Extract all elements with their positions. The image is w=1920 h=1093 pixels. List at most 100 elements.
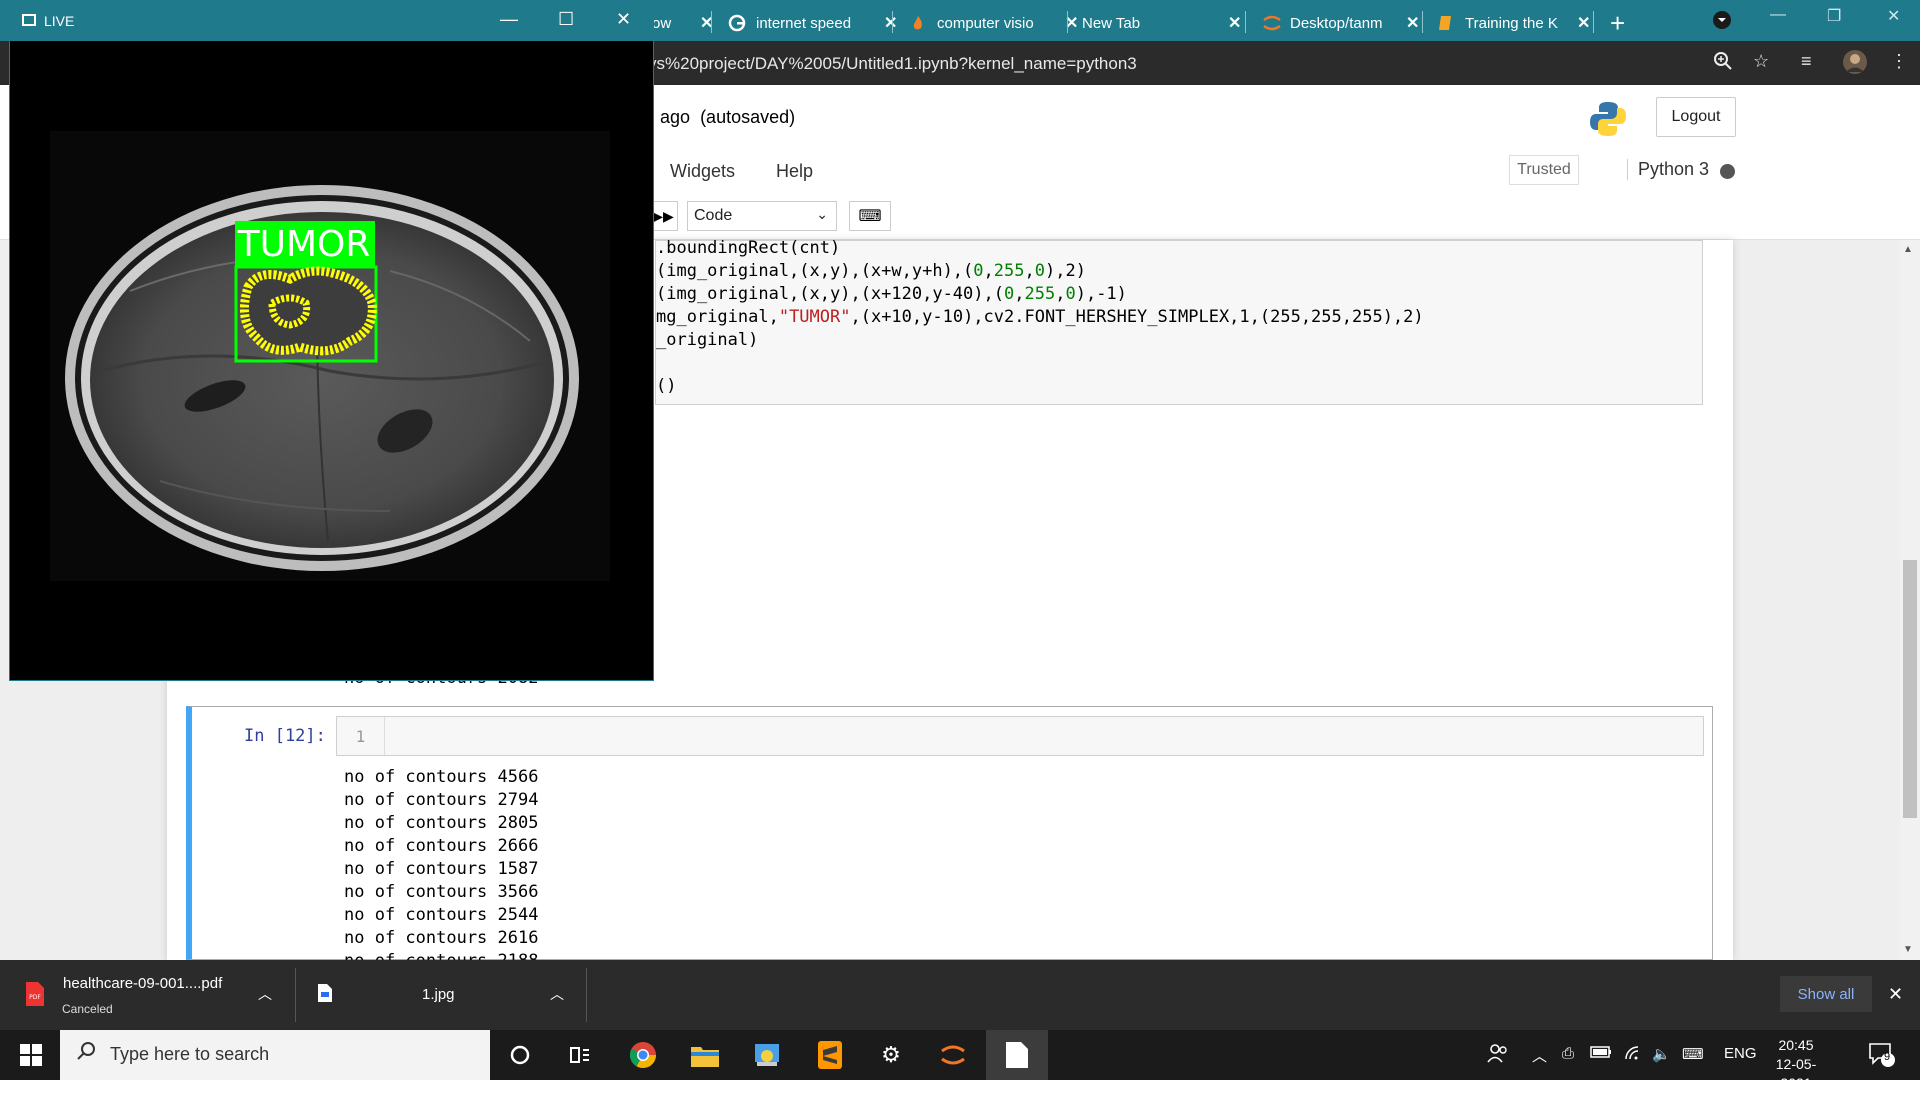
restore-icon[interactable]: ❐	[1827, 6, 1841, 26]
output-line: no of contours 3566	[344, 882, 539, 902]
url-text[interactable]: ys%20project/DAY%2005/Untitled1.ipynb?ke…	[648, 54, 1137, 74]
close-icon[interactable]: ✕	[1228, 13, 1241, 33]
more-menu-icon[interactable]: ⋮	[1890, 51, 1908, 72]
mri-image: TUMOR	[10, 41, 653, 680]
chevron-up-icon[interactable]: ︿	[550, 984, 564, 1004]
divider	[586, 968, 587, 1022]
notification-count: 9	[1884, 1051, 1891, 1063]
trusted-indicator[interactable]: Trusted	[1509, 155, 1579, 185]
download-item-pdf[interactable]: PDF healthcare-09-001....pdf Canceled ︿	[0, 960, 295, 1030]
clock[interactable]: 20:45 12-05-2021	[1762, 1036, 1830, 1093]
download-name: 1.jpg	[422, 986, 455, 1003]
tab-label: Desktop/tanm	[1290, 14, 1383, 32]
close-icon[interactable]: ✕	[1888, 984, 1903, 1005]
scroll-up-icon[interactable]: ▲	[1903, 244, 1913, 255]
search-placeholder: Type here to search	[110, 1044, 270, 1064]
scroll-down-icon[interactable]: ▼	[1903, 944, 1913, 955]
svg-text:PDF: PDF	[29, 994, 41, 1001]
tab-separator	[711, 11, 712, 33]
scrollbar-thumb[interactable]	[1903, 560, 1917, 818]
settings-gear-icon[interactable]: ⚙	[876, 1040, 906, 1070]
bookmark-star-icon[interactable]: ☆	[1753, 51, 1769, 72]
kernel-name[interactable]: Python 3	[1627, 159, 1709, 180]
cell-type-select[interactable]: Code ⌄	[687, 201, 837, 231]
menu-help[interactable]: Help	[776, 161, 813, 182]
control-panel-icon[interactable]	[752, 1040, 782, 1070]
cortana-icon[interactable]	[505, 1040, 535, 1070]
chrome-icon[interactable]	[628, 1040, 658, 1070]
autosaved-label: (autosaved)	[700, 107, 796, 127]
file-explorer-icon[interactable]	[690, 1040, 720, 1070]
show-all-button[interactable]: Show all	[1780, 976, 1872, 1012]
tab-internet-speed[interactable]: internet speed ✕	[716, 5, 909, 41]
notification-icon[interactable]: 9	[1868, 1042, 1896, 1072]
people-icon[interactable]	[1487, 1042, 1509, 1068]
live-window-titlebar[interactable]: LIVE — ☐ ✕	[10, 1, 653, 41]
time: 20:45	[1778, 1037, 1814, 1053]
windows-start-icon[interactable]	[16, 1040, 46, 1070]
book-icon	[1437, 14, 1455, 32]
image-file-icon	[318, 984, 332, 1007]
minimize-icon[interactable]: —	[500, 9, 518, 30]
tab-search-icon[interactable]	[1712, 10, 1732, 35]
output-line: no of contours 4566	[344, 767, 539, 787]
keyboard-icon[interactable]: ⌨	[849, 201, 891, 231]
battery-icon[interactable]	[1590, 1045, 1612, 1063]
profile-avatar-icon[interactable]	[1842, 49, 1868, 80]
code-line: (img_original,(x,y),(x+120,y-40),(0,255,…	[656, 284, 1127, 304]
jupyter-icon	[1262, 14, 1281, 32]
tab-new-tab[interactable]: New Tab ✕	[1070, 5, 1253, 41]
tab-label: New Tab	[1082, 14, 1141, 32]
tab-separator	[892, 11, 893, 33]
tab-training[interactable]: Training the K ✕	[1425, 5, 1602, 41]
task-view-icon[interactable]	[565, 1040, 595, 1070]
kernel-status-icon	[1720, 164, 1735, 179]
date: 12-05-2021	[1775, 1056, 1817, 1091]
maximize-icon[interactable]: ☐	[558, 9, 574, 30]
save-status: ago (autosaved)	[660, 107, 795, 128]
close-icon[interactable]: ✕	[1406, 13, 1419, 33]
minimize-icon[interactable]: —	[1770, 6, 1786, 24]
taskbar-search[interactable]: Type here to search	[60, 1030, 490, 1080]
language-indicator[interactable]: ENG	[1724, 1045, 1757, 1062]
volume-icon[interactable]: 🔈	[1652, 1045, 1671, 1063]
close-icon[interactable]: ✕	[884, 13, 897, 33]
close-icon[interactable]: ✕	[1577, 13, 1590, 33]
output-line: no of contours 2666	[344, 836, 539, 856]
output-line: no of contours 2805	[344, 813, 539, 833]
live-window[interactable]: LIVE — ☐ ✕ TUMOR	[9, 0, 654, 681]
cell-type-value: Code	[694, 207, 733, 224]
download-status: Canceled	[62, 1002, 113, 1016]
taskbar: Type here to search ⚙ ︿ ⎙ 🔈 ⌨ ENG 20:45 …	[0, 1030, 1920, 1091]
code-line: (img_original,(x,y),(x+w,y+h),(0,255,0),…	[656, 261, 1086, 281]
chevron-up-icon[interactable]: ︿	[1532, 1045, 1547, 1066]
tab-separator	[1245, 11, 1246, 33]
menu-widgets[interactable]: Widgets	[670, 161, 735, 182]
chevron-down-icon: ⌄	[816, 206, 828, 222]
google-icon	[728, 14, 746, 32]
new-tab-button[interactable]: +	[1610, 8, 1625, 39]
close-window-icon[interactable]: ✕	[1887, 6, 1900, 26]
onedrive-icon[interactable]: ⎙	[1562, 1045, 1574, 1062]
keyboard-icon[interactable]: ⌨	[1682, 1045, 1704, 1063]
wifi-icon[interactable]	[1624, 1045, 1644, 1065]
jupyter-taskbar-icon[interactable]	[938, 1040, 968, 1070]
tab-separator	[1067, 11, 1068, 33]
save-time: ago	[660, 107, 691, 127]
chevron-up-icon[interactable]: ︿	[258, 984, 272, 1004]
media-queue-icon[interactable]: ≡	[1801, 51, 1812, 72]
sublime-text-icon[interactable]	[815, 1040, 845, 1070]
tab-jupyter-desktop[interactable]: Desktop/tanm ✕	[1250, 5, 1431, 41]
zoom-icon[interactable]	[1713, 51, 1733, 76]
output-line: no of contours 2794	[344, 790, 539, 810]
close-icon[interactable]: ✕	[616, 9, 631, 30]
search-icon	[76, 1041, 96, 1067]
code-cell[interactable]: .boundingRect(cnt) (img_original,(x,y),(…	[655, 238, 1703, 405]
logout-button[interactable]: Logout	[1656, 97, 1736, 137]
download-item-jpg[interactable]: 1.jpg ︿	[296, 960, 586, 1030]
cell-input[interactable]: 1	[336, 716, 1704, 756]
notepad-icon[interactable]	[1002, 1040, 1032, 1070]
tab-computer-vision[interactable]: computer visio ✕	[897, 5, 1090, 41]
tab-label: Training the K	[1465, 14, 1558, 32]
code-line: ()	[656, 376, 677, 396]
